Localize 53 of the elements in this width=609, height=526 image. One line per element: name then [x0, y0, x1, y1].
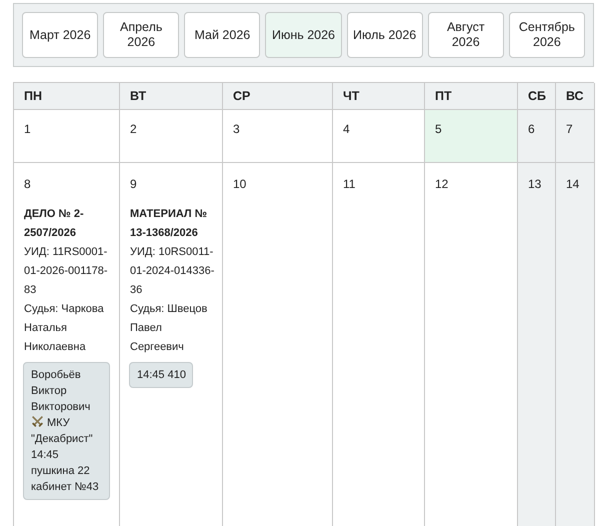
- day-number: 11: [343, 177, 356, 191]
- judge-name: Судья: Швецов Павел Сергеевич: [130, 302, 208, 355]
- day-number: 8: [24, 177, 32, 191]
- month-button[interactable]: Июль 2026: [346, 12, 423, 58]
- hearing-card[interactable]: Воробьёв Виктор Викторович МКУ "Декабрист" 14:45 пушкина 22 кабинет №43: [23, 362, 110, 500]
- day-number: 9: [130, 177, 138, 191]
- day-cell[interactable]: 1: [14, 110, 120, 163]
- month-button[interactable]: Апрель 2026: [103, 12, 180, 58]
- day-cell[interactable]: 8 ДЕЛО № 2-2507/2026 УИД: 11RS0001-01-2026-001178-83 Судья: Чаркова Наталья Николаевна Воробьёв Виктор Викторович МКУ "Декабрист" 14:45 пушкина 22 кабинет №43: [14, 163, 120, 526]
- day-cell[interactable]: 11: [333, 163, 425, 526]
- day-cell[interactable]: 2: [120, 110, 223, 163]
- hearing-text: 14:45 410: [137, 368, 186, 383]
- case-uid: УИД: 10RS0011-01-2024-014336-36: [130, 245, 216, 298]
- day-cell[interactable]: 14: [556, 163, 595, 526]
- weekday-header: СР: [223, 83, 333, 110]
- day-number: 13: [528, 177, 542, 191]
- weekday-header: СБ: [518, 83, 556, 110]
- month-button[interactable]: Июнь 2026: [265, 12, 342, 58]
- day-number: 14: [566, 177, 580, 191]
- day-cell[interactable]: 10: [223, 163, 333, 526]
- day-number: 3: [233, 122, 241, 136]
- day-number: 5: [435, 122, 443, 136]
- month-button[interactable]: Март 2026: [22, 12, 98, 58]
- day-number: 4: [343, 122, 351, 136]
- weekday-header: ВС: [556, 83, 595, 110]
- day-number: 10: [233, 177, 248, 191]
- weekday-header: ПТ: [425, 83, 518, 110]
- hearing-text: "Декабрист" 14:45 пушкина 22 кабинет №43: [31, 432, 100, 495]
- day-number: 6: [528, 122, 536, 136]
- judge-name: Судья: Чаркова Наталья Николаевна: [24, 302, 105, 355]
- day-cell[interactable]: 9 МАТЕРИАЛ № 13-1368/2026 УИД: 10RS0011-01-2024-014336-36 Судья: Швецов Павел Сергеевич 14:45 410: [120, 163, 223, 526]
- day-number: 1: [24, 122, 32, 136]
- day-number: 7: [566, 122, 574, 136]
- month-button[interactable]: Май 2026: [184, 12, 260, 58]
- hearing-text: Воробьёв Виктор Викторович: [31, 368, 92, 415]
- day-number: 12: [435, 177, 450, 191]
- weekday-header: ЧТ: [333, 83, 425, 110]
- month-button[interactable]: Август 2026: [428, 12, 504, 58]
- day-cell[interactable]: 6: [518, 110, 556, 163]
- day-cell[interactable]: 7: [556, 110, 595, 163]
- hearing-card[interactable]: 14:45 410: [129, 362, 193, 388]
- month-button[interactable]: Сентябрь 2026: [508, 12, 585, 58]
- day-number: 2: [130, 122, 138, 136]
- day-cell[interactable]: 3: [223, 110, 333, 163]
- case-uid: УИД: 11RS0001-01-2026-001178-83: [24, 245, 109, 298]
- case-title: ДЕЛО № 2-2507/2026: [24, 207, 85, 241]
- case-title: МАТЕРИАЛ № 13-1368/2026: [130, 207, 208, 241]
- weekday-header: ВТ: [120, 83, 223, 110]
- crossed-swords-icon: [31, 415, 44, 428]
- day-cell[interactable]: 5: [425, 110, 518, 163]
- day-cell[interactable]: 13: [518, 163, 556, 526]
- weekday-header: ПН: [14, 83, 120, 110]
- hearing-text: МКУ: [47, 416, 70, 431]
